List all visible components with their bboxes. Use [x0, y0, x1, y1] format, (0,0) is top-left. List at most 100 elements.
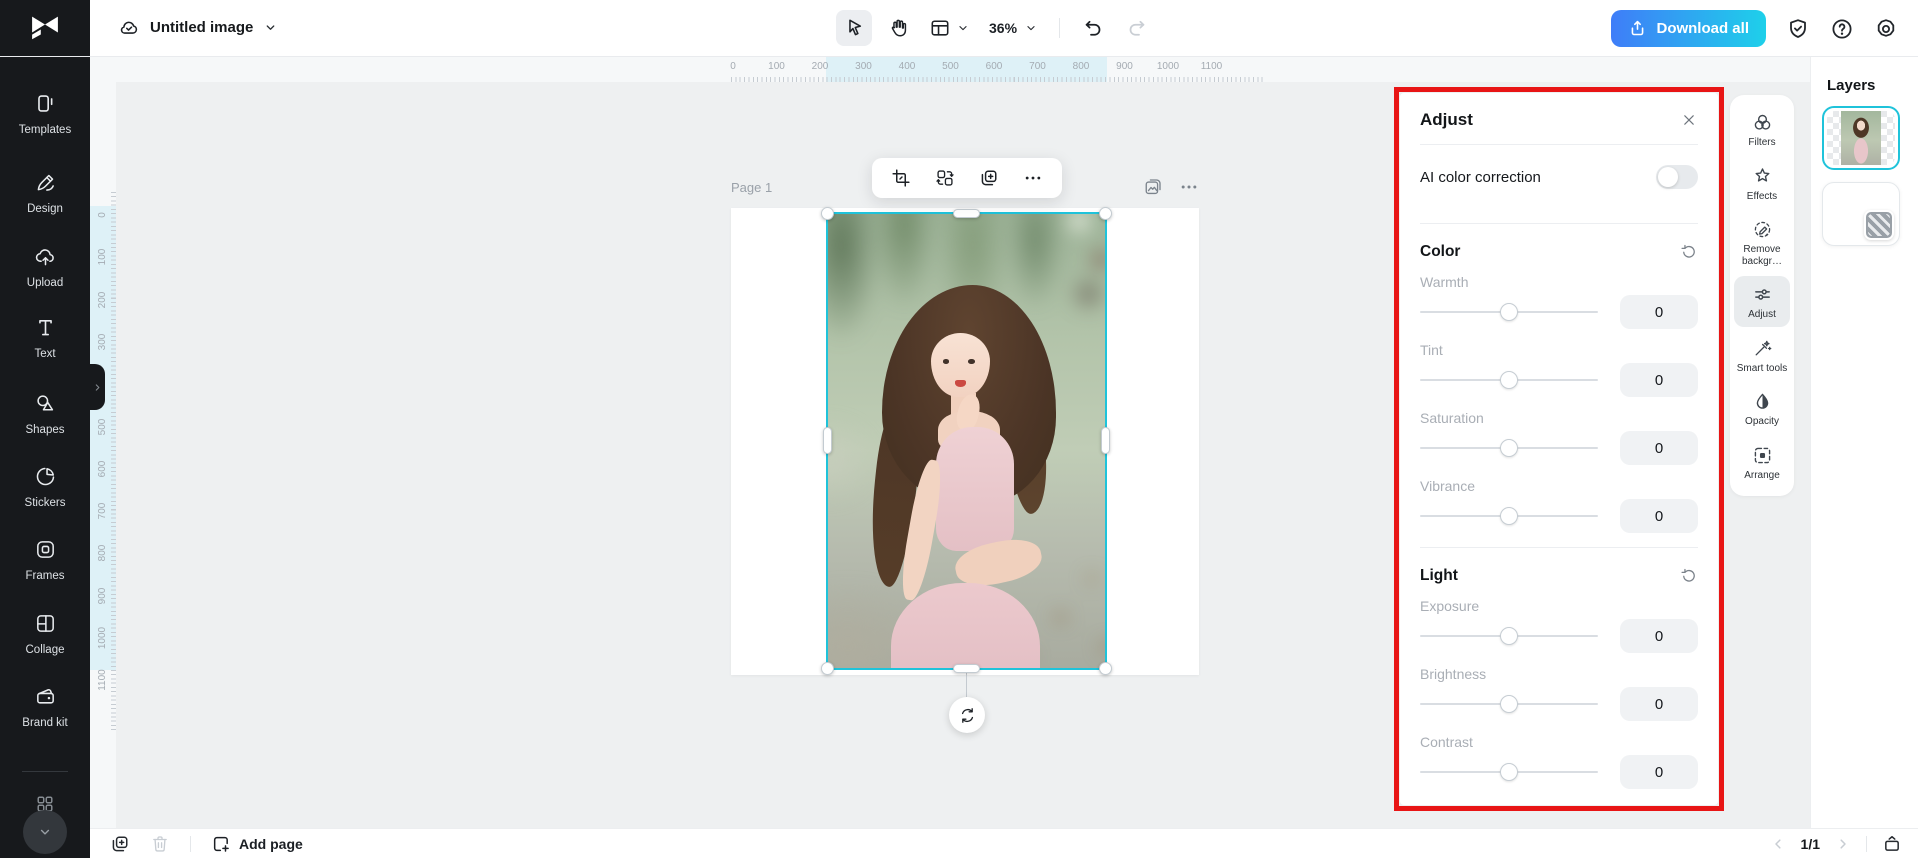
tool-rail-item-opacity[interactable]: Opacity — [1734, 383, 1790, 434]
sidebar-item-templates[interactable]: Templates — [0, 92, 90, 137]
divider — [22, 771, 68, 772]
page-label[interactable]: Page 1 — [731, 180, 772, 195]
sidebar-item-upload[interactable]: Upload — [0, 245, 90, 290]
chevron-right-icon[interactable] — [1835, 836, 1851, 852]
slider-thumb[interactable] — [1500, 627, 1518, 645]
slider-track-vibrance[interactable] — [1420, 507, 1598, 525]
slider-brightness: Brightness 0 — [1420, 665, 1698, 721]
bottom-bar-left: Add page — [110, 834, 303, 854]
chevron-left-icon[interactable] — [1770, 836, 1786, 852]
sidebar-item-collage[interactable]: Collage — [0, 612, 90, 657]
layer-photo-preview — [1841, 111, 1881, 165]
slider-value-contrast[interactable]: 0 — [1620, 755, 1698, 789]
zoom-level-dropdown[interactable]: 36% — [983, 20, 1044, 36]
settings-icon[interactable] — [1874, 17, 1898, 41]
slider-value-vibrance[interactable]: 0 — [1620, 499, 1698, 533]
tool-rail-item-filters[interactable]: Filters — [1734, 104, 1790, 155]
effects-icon — [1752, 166, 1773, 187]
handle-bottom-left[interactable] — [821, 662, 834, 675]
ai-color-correction-toggle[interactable] — [1656, 165, 1698, 189]
page-image-icon[interactable] — [1143, 177, 1163, 197]
slider-track-contrast[interactable] — [1420, 763, 1598, 781]
slider-track-brightness[interactable] — [1420, 695, 1598, 713]
slider-thumb[interactable] — [1500, 303, 1518, 321]
slider-value-saturation[interactable]: 0 — [1620, 431, 1698, 465]
panel-title: Adjust — [1420, 110, 1473, 129]
handle-left[interactable] — [823, 427, 832, 454]
ruler-label: 800 — [1072, 61, 1090, 72]
download-all-button[interactable]: Download all — [1611, 10, 1766, 47]
slider-thumb[interactable] — [1500, 371, 1518, 389]
reset-icon[interactable] — [1680, 243, 1698, 261]
slider-value-brightness[interactable]: 0 — [1620, 687, 1698, 721]
photo-layer[interactable] — [826, 212, 1107, 670]
hand-tool-button[interactable] — [880, 10, 916, 46]
page-more-icon[interactable] — [1179, 177, 1199, 197]
sidebar-item-shapes[interactable]: Shapes — [0, 392, 90, 437]
sidebar-collapse-button[interactable] — [23, 810, 67, 854]
slider-value-warmth[interactable]: 0 — [1620, 295, 1698, 329]
tool-rail-item-remove-backgr[interactable]: Remove backgr… — [1734, 211, 1790, 273]
ruler-label: 100 — [97, 248, 108, 266]
slider-track-saturation[interactable] — [1420, 439, 1598, 457]
more-button[interactable] — [1018, 163, 1048, 193]
redo-button[interactable] — [1119, 10, 1155, 46]
layer-thumbnail-photo[interactable] — [1822, 106, 1900, 170]
sidebar-item-stickers[interactable]: Stickers — [0, 465, 90, 510]
page[interactable] — [731, 208, 1199, 675]
app-logo[interactable] — [0, 0, 90, 56]
replace-button[interactable] — [930, 163, 960, 193]
tool-rail-item-adjust[interactable]: Adjust — [1734, 276, 1790, 327]
layer-thumbnail-background[interactable] — [1822, 182, 1900, 246]
handle-top-left[interactable] — [821, 207, 834, 220]
document-title[interactable]: Untitled image — [150, 19, 253, 36]
tool-rail-item-effects[interactable]: Effects — [1734, 158, 1790, 209]
slider-value-exposure[interactable]: 0 — [1620, 619, 1698, 653]
trash-icon[interactable] — [150, 834, 170, 854]
tool-rail-item-arrange[interactable]: Arrange — [1734, 437, 1790, 488]
layout-tool-button[interactable] — [924, 17, 975, 39]
slider-thumb[interactable] — [1500, 763, 1518, 781]
sidebar-item-text[interactable]: Text — [0, 316, 90, 361]
slider-track-tint[interactable] — [1420, 371, 1598, 389]
handle-bottom[interactable] — [952, 664, 980, 673]
ruler-label: 0 — [97, 212, 108, 218]
undo-button[interactable] — [1075, 10, 1111, 46]
sidebar-item-brand-kit[interactable]: Brand kit — [0, 685, 90, 730]
undo-icon — [1082, 17, 1104, 39]
ai-color-correction-row: AI color correction — [1420, 145, 1698, 209]
shield-check-icon[interactable] — [1786, 17, 1810, 41]
slider-thumb[interactable] — [1500, 507, 1518, 525]
sidebar-item-label: Stickers — [24, 497, 66, 509]
add-page-label: Add page — [239, 835, 303, 852]
slider-thumb[interactable] — [1500, 439, 1518, 457]
slider-value-tint[interactable]: 0 — [1620, 363, 1698, 397]
reset-icon[interactable] — [1680, 567, 1698, 585]
section-title: Color — [1420, 243, 1461, 260]
handle-top[interactable] — [952, 209, 980, 218]
handle-bottom-right[interactable] — [1099, 662, 1112, 675]
help-icon[interactable] — [1830, 17, 1854, 41]
sidebar-item-frames[interactable]: Frames — [0, 538, 90, 583]
handle-top-right[interactable] — [1099, 207, 1112, 220]
chevron-down-icon[interactable] — [263, 20, 278, 35]
present-icon[interactable] — [1882, 834, 1902, 854]
handle-right[interactable] — [1101, 427, 1110, 454]
duplicate-button[interactable] — [974, 163, 1004, 193]
slider-track-exposure[interactable] — [1420, 627, 1598, 645]
slider-track-warmth[interactable] — [1420, 303, 1598, 321]
sidebar-item-design[interactable]: Design — [0, 171, 90, 216]
crop-button[interactable] — [886, 163, 916, 193]
add-page-button[interactable]: Add page — [211, 834, 303, 854]
ruler-label: 300 — [97, 333, 108, 351]
duplicate-page-icon[interactable] — [110, 834, 130, 854]
sidebar-expand-tab[interactable] — [90, 364, 105, 410]
frames-icon — [34, 538, 57, 561]
slider-thumb[interactable] — [1500, 695, 1518, 713]
rotate-handle[interactable] — [949, 697, 985, 733]
close-icon[interactable] — [1680, 111, 1698, 129]
chevron-down-icon — [956, 21, 970, 35]
select-tool-button[interactable] — [836, 10, 872, 46]
tool-rail-item-smart-tools[interactable]: Smart tools — [1734, 330, 1790, 381]
slider-saturation: Saturation 0 — [1420, 409, 1698, 465]
